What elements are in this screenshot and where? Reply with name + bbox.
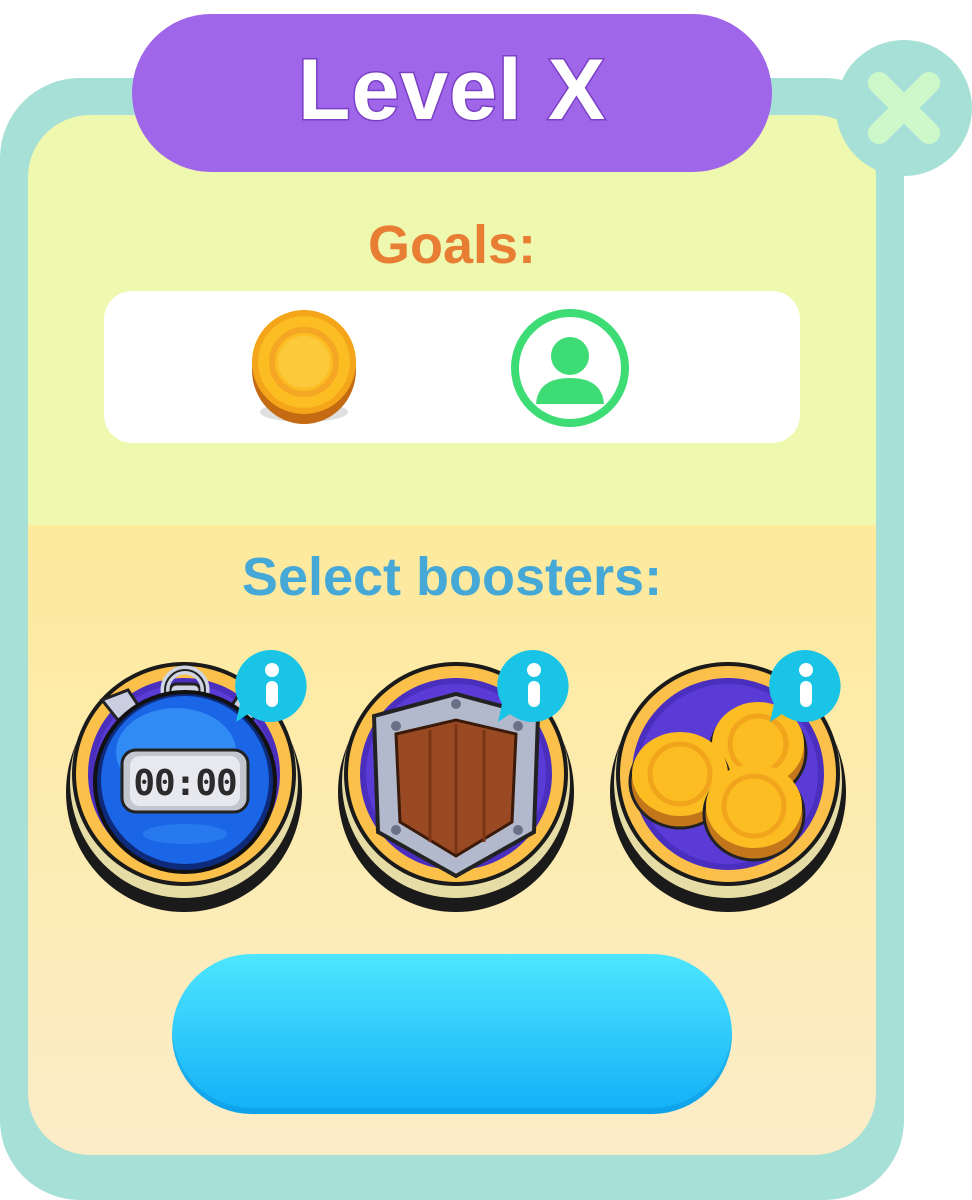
booster-shield[interactable] <box>338 642 588 912</box>
close-x-icon <box>868 72 940 144</box>
goal-avatar <box>508 306 632 430</box>
booster-stopwatch[interactable]: 00:00 <box>66 642 316 912</box>
info-button[interactable] <box>496 648 572 724</box>
info-icon <box>769 649 841 722</box>
level-title: Level X <box>296 40 607 139</box>
user-avatar-icon <box>511 309 629 427</box>
goals-label: Goals: <box>367 215 537 275</box>
boosters-label: Select boosters: <box>241 547 663 607</box>
goal-coin <box>250 308 358 428</box>
gold-coin-icon <box>252 310 356 424</box>
stopwatch-display: 00:00 <box>133 762 237 804</box>
info-button[interactable] <box>768 648 844 724</box>
booster-coins[interactable] <box>610 642 860 912</box>
info-icon <box>497 649 569 722</box>
close-button[interactable] <box>836 40 972 176</box>
goals-box <box>104 291 800 443</box>
info-button[interactable] <box>234 648 310 724</box>
play-button[interactable] <box>172 954 732 1114</box>
title-banner: Level X <box>132 14 772 172</box>
info-icon <box>235 649 307 722</box>
